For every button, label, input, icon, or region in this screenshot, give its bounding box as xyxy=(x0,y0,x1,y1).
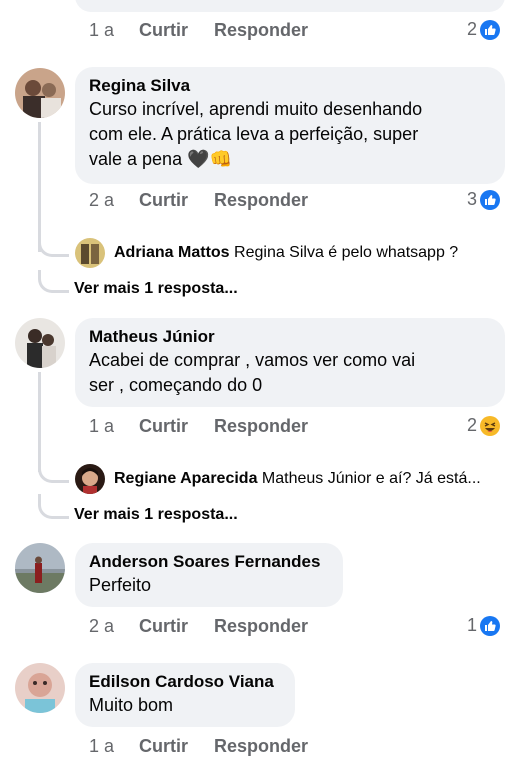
comment-bubble: Anderson Soares Fernandes Perfeito xyxy=(75,543,343,607)
comment-text-line: Perfeito xyxy=(89,575,152,595)
reaction-count: 2 xyxy=(467,19,478,39)
reaction-summary[interactable]: 3 xyxy=(467,189,501,210)
avatar[interactable] xyxy=(15,543,65,593)
reaction-summary[interactable]: 2 xyxy=(467,415,501,436)
like-icon xyxy=(480,19,501,40)
thread-line xyxy=(38,372,41,472)
reaction-summary[interactable]: 1 xyxy=(467,615,501,636)
thread-connector xyxy=(38,494,69,519)
avatar[interactable] xyxy=(75,464,105,494)
thread-connector xyxy=(38,270,69,293)
comment-text-line: Muito bom xyxy=(89,695,174,715)
avatar[interactable] xyxy=(15,663,65,713)
comment-age: 1 a xyxy=(89,20,115,40)
reply-text: Matheus Júnior e aí? Já está... xyxy=(261,470,481,487)
like-icon xyxy=(480,189,501,210)
reply-button[interactable]: Responder xyxy=(214,190,308,211)
comment-text-line: Curso incrível, aprendi muito desenhando xyxy=(89,99,423,119)
reply-author: Regiane Aparecida xyxy=(114,470,258,487)
like-button[interactable]: Curtir xyxy=(139,416,188,437)
comment-author[interactable]: Matheus Júnior xyxy=(89,326,491,348)
reaction-count: 1 xyxy=(467,615,478,635)
haha-icon xyxy=(480,415,501,436)
reply-button[interactable]: Responder xyxy=(214,416,308,437)
comment-age: 2 a xyxy=(89,190,115,210)
comment-bubble: Regina Silva Curso incrível, aprendi mui… xyxy=(75,67,505,184)
comment-age: 2 a xyxy=(89,616,115,636)
like-button[interactable]: Curtir xyxy=(139,616,188,637)
comment-actions: 1 a Curtir Responder xyxy=(89,736,334,757)
comment-author[interactable]: Edilson Cardoso Viana xyxy=(89,671,281,693)
comment-text-line: ser , começando do 0 xyxy=(89,375,263,395)
comment-text-line: com ele. A prática leva a perfeição, sup… xyxy=(89,124,419,144)
comment-text-line: Acabei de comprar , vamos ver como vai xyxy=(89,350,416,370)
like-button[interactable]: Curtir xyxy=(139,20,188,41)
reply-author: Adriana Mattos xyxy=(114,244,230,261)
comment-age: 1 a xyxy=(89,416,115,436)
reply-preview[interactable]: Adriana Mattos Regina Silva é pelo whats… xyxy=(114,243,504,263)
comment-bubble: Edilson Cardoso Viana Muito bom xyxy=(75,663,295,727)
reaction-count: 3 xyxy=(467,189,478,209)
comment-author[interactable]: Regina Silva xyxy=(89,75,491,97)
thread-connector xyxy=(38,238,69,257)
reply-text: Regina Silva é pelo whatsapp ? xyxy=(234,244,459,261)
comment-text-line: vale a pena 🖤👊 xyxy=(89,147,491,172)
comment-actions: 2 a Curtir Responder xyxy=(89,616,334,637)
reply-button[interactable]: Responder xyxy=(214,20,308,41)
comment-bubble: Matheus Júnior Acabei de comprar , vamos… xyxy=(75,318,505,407)
like-icon xyxy=(480,615,501,636)
comment-author[interactable]: Anderson Soares Fernandes xyxy=(89,551,329,573)
thread-line xyxy=(38,122,41,252)
avatar[interactable] xyxy=(15,318,65,368)
comment-actions: 2 a Curtir Responder xyxy=(89,190,334,211)
emoji: 🖤👊 xyxy=(187,149,232,169)
comment-actions: 1 a Curtir Responder xyxy=(89,416,334,437)
like-button[interactable]: Curtir xyxy=(139,736,188,757)
view-more-replies[interactable]: Ver mais 1 resposta... xyxy=(74,506,238,524)
view-more-replies[interactable]: Ver mais 1 resposta... xyxy=(74,280,238,298)
comment-age: 1 a xyxy=(89,736,115,756)
avatar[interactable] xyxy=(15,68,65,118)
reaction-summary[interactable]: 2 xyxy=(467,19,501,40)
comment-text-line: vale a pena xyxy=(89,149,183,169)
thread-connector xyxy=(38,462,69,483)
previous-comment-actions: 1 a Curtir Responder xyxy=(89,20,334,41)
reply-preview[interactable]: Regiane Aparecida Matheus Júnior e aí? J… xyxy=(114,469,504,489)
avatar[interactable] xyxy=(75,238,105,268)
previous-comment-bubble xyxy=(75,0,505,12)
reaction-count: 2 xyxy=(467,415,478,435)
like-button[interactable]: Curtir xyxy=(139,190,188,211)
reply-button[interactable]: Responder xyxy=(214,736,308,757)
reply-button[interactable]: Responder xyxy=(214,616,308,637)
